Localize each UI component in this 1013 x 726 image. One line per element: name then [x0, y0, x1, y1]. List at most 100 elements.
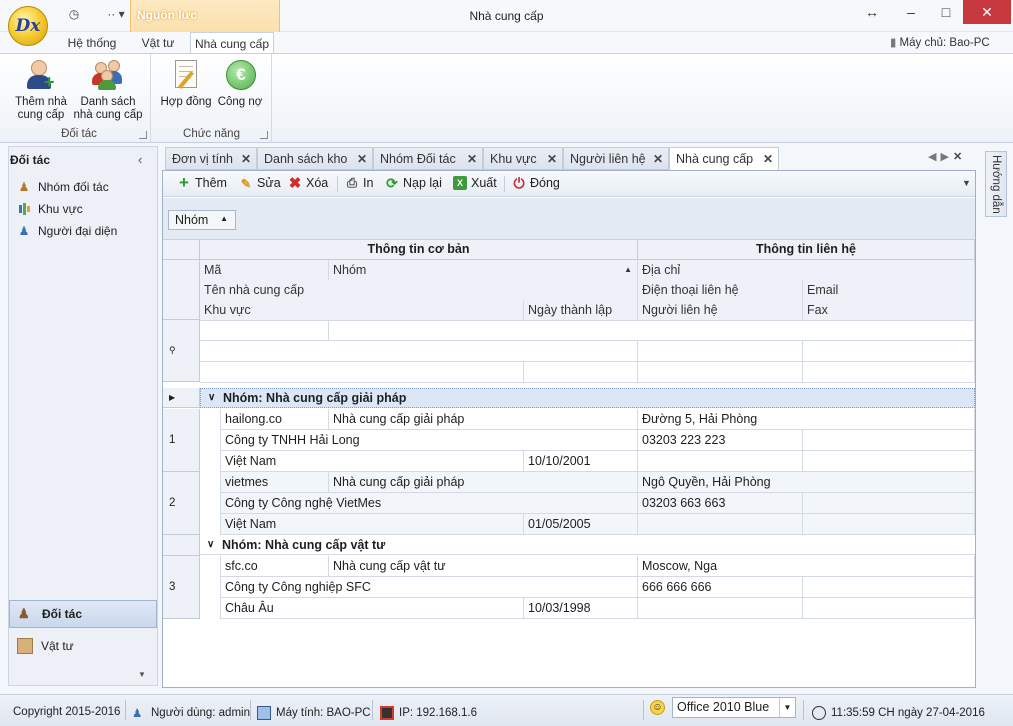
cell-fax[interactable] [803, 514, 975, 535]
print-button[interactable]: ⎙ In [345, 176, 373, 191]
cell-address[interactable]: Ngô Quyền, Hải Phòng [638, 472, 975, 493]
row-indicator[interactable]: 3 [163, 556, 200, 619]
cell-fax[interactable] [803, 598, 975, 619]
tab-nha-cung-cap[interactable]: Nhà cung cấp [190, 32, 274, 54]
dialog-launcher-icon[interactable] [139, 131, 147, 139]
sidebar-item-nguoi-dai-dien[interactable]: ♟ Người đại diện [16, 221, 118, 241]
delete-button[interactable]: ✖ Xóa [288, 175, 329, 192]
cell-region[interactable]: Việt Nam [221, 451, 524, 472]
cell-group[interactable]: Nhà cung cấp vật tư [329, 556, 638, 577]
close-tab-icon[interactable]: ✕ [357, 148, 367, 170]
maximize-button[interactable]: □ [929, 0, 963, 24]
collapse-group-icon[interactable]: ∨ [208, 389, 215, 407]
close-panel-button[interactable]: ⏻ Đóng [512, 175, 559, 191]
tab-navigation[interactable]: ◀▶✕ [928, 150, 966, 163]
cell-name[interactable]: Công ty Công nghiệp SFC [221, 577, 638, 598]
tab-nhom-doi-tac[interactable]: Nhóm Đối tác ✕ [373, 147, 483, 170]
cell-address[interactable]: Đường 5, Hải Phòng [638, 409, 975, 430]
tab-danh-sach-kho[interactable]: Danh sách kho ✕ [257, 147, 373, 170]
cell-contact[interactable] [638, 451, 803, 472]
cell-email[interactable] [803, 493, 975, 514]
row-indicator[interactable]: 1 [163, 409, 200, 472]
col-header-group[interactable]: Nhóm ▲ [329, 260, 638, 281]
contract-button[interactable]: Hợp đồng [158, 58, 214, 109]
cell-contact[interactable] [638, 514, 803, 535]
filter-email[interactable] [803, 341, 975, 362]
cell-address[interactable]: Moscow, Nga [638, 556, 975, 577]
cell-phone[interactable]: 666 666 666 [638, 577, 803, 598]
nav-pane-vat-tu[interactable]: Vật tư [9, 632, 157, 660]
tab-nha-cung-cap-doc[interactable]: Nhà cung cấp ✕ [669, 147, 779, 171]
cell-name[interactable]: Công ty Công nghệ VietMes [221, 493, 638, 514]
cell-code[interactable]: sfc.co [221, 556, 329, 577]
cell-email[interactable] [803, 577, 975, 598]
export-button[interactable]: X Xuất [453, 176, 497, 190]
col-header-fax[interactable]: Fax [803, 300, 975, 321]
minimize-button[interactable]: – [894, 0, 928, 24]
sidebar-overflow-icon[interactable]: ▼ [138, 670, 146, 679]
tab-vat-tu[interactable]: Vật tư [130, 32, 186, 54]
tab-nguoi-lien-he[interactable]: Người liên hệ ✕ [563, 147, 669, 170]
col-header-founded[interactable]: Ngày thành lập [524, 300, 638, 321]
tab-don-vi-tinh[interactable]: Đơn vị tính ✕ [165, 147, 257, 170]
add-button[interactable]: + Thêm [177, 173, 227, 192]
cell-founded[interactable]: 10/03/1998 [524, 598, 638, 619]
sidebar-item-khu-vuc[interactable]: Khu vực [16, 199, 83, 219]
filter-group-address[interactable] [329, 320, 975, 341]
row-indicator[interactable]: 2 [163, 472, 200, 535]
tab-next-icon[interactable]: ▶ [940, 151, 952, 163]
cell-group[interactable]: Nhà cung cấp giải pháp [329, 472, 638, 493]
debt-button[interactable]: € Công nợ [214, 58, 266, 109]
cell-email[interactable] [803, 430, 975, 451]
group-row-giai-phap[interactable]: ∨ Nhóm: Nhà cung cấp giải pháp [200, 388, 975, 408]
cell-region[interactable]: Châu Âu [221, 598, 524, 619]
cell-founded[interactable]: 10/10/2001 [524, 451, 638, 472]
close-tab-icon[interactable]: ✕ [763, 148, 773, 170]
reload-button[interactable]: ⟳ Nạp lại [385, 175, 442, 191]
filter-founded[interactable] [524, 362, 638, 383]
cell-code[interactable]: hailong.co [221, 409, 329, 430]
group-row-vat-tu[interactable]: ∨ Nhóm: Nhà cung cấp vật tư [200, 535, 975, 555]
tab-prev-icon[interactable]: ◀ [928, 151, 940, 163]
clock-icon[interactable]: ◷ [66, 6, 82, 22]
close-tab-icon[interactable]: ✕ [653, 148, 663, 170]
cell-phone[interactable]: 03203 663 663 [638, 493, 803, 514]
close-tab-icon[interactable]: ✕ [241, 148, 251, 170]
nav-pane-doi-tac[interactable]: ♟ Đối tác [9, 600, 157, 628]
filter-phone[interactable] [638, 341, 803, 362]
cell-code[interactable]: vietmes [221, 472, 329, 493]
cell-region[interactable]: Việt Nam [221, 514, 524, 535]
theme-select[interactable]: Office 2010 Blue ▼ [672, 697, 796, 718]
toolbar-overflow-icon[interactable]: ▼ [962, 178, 971, 188]
group-by-chip[interactable]: Nhóm ▲ [168, 210, 236, 230]
col-header-name[interactable]: Tên nhà cung cấp [200, 280, 638, 301]
col-header-code[interactable]: Mã [200, 260, 329, 281]
col-header-phone[interactable]: Điện thoại liên hệ [638, 280, 803, 301]
add-supplier-button[interactable]: + Thêm nhà cung cấp [12, 58, 70, 122]
supplier-list-button[interactable]: Danh sách nhà cung cấp [72, 58, 144, 122]
cell-contact[interactable] [638, 598, 803, 619]
qat-customize-icon[interactable]: ·· ▾ [104, 6, 128, 22]
filter-contact[interactable] [638, 362, 803, 383]
col-header-email[interactable]: Email [803, 280, 975, 301]
guide-side-tab[interactable]: Hướng dẫn [985, 151, 1007, 217]
tab-khu-vuc[interactable]: Khu vực ✕ [483, 147, 563, 170]
app-menu-button[interactable]: Dx [8, 6, 48, 46]
cell-group[interactable]: Nhà cung cấp giải pháp [329, 409, 638, 430]
close-tab-icon[interactable]: ✕ [547, 148, 557, 170]
dialog-launcher-icon[interactable] [260, 131, 268, 139]
filter-fax[interactable] [803, 362, 975, 383]
chevron-down-icon[interactable]: ▼ [779, 698, 795, 717]
sidebar-item-nhom-doi-tac[interactable]: ♟ Nhóm đối tác [16, 177, 109, 197]
cell-name[interactable]: Công ty TNHH Hải Long [221, 430, 638, 451]
close-all-icon[interactable]: ✕ [953, 151, 966, 163]
cell-founded[interactable]: 01/05/2005 [524, 514, 638, 535]
close-tab-icon[interactable]: ✕ [467, 148, 477, 170]
filter-code[interactable] [200, 320, 329, 341]
edit-button[interactable]: ✎ Sửa [239, 176, 281, 191]
filter-region[interactable] [200, 362, 524, 383]
collapse-sidebar-icon[interactable]: ‹ [138, 152, 142, 167]
col-header-address[interactable]: Địa chỉ [638, 260, 975, 281]
tab-he-thong[interactable]: Hệ thống [60, 32, 124, 54]
col-header-region[interactable]: Khu vực [200, 300, 524, 321]
